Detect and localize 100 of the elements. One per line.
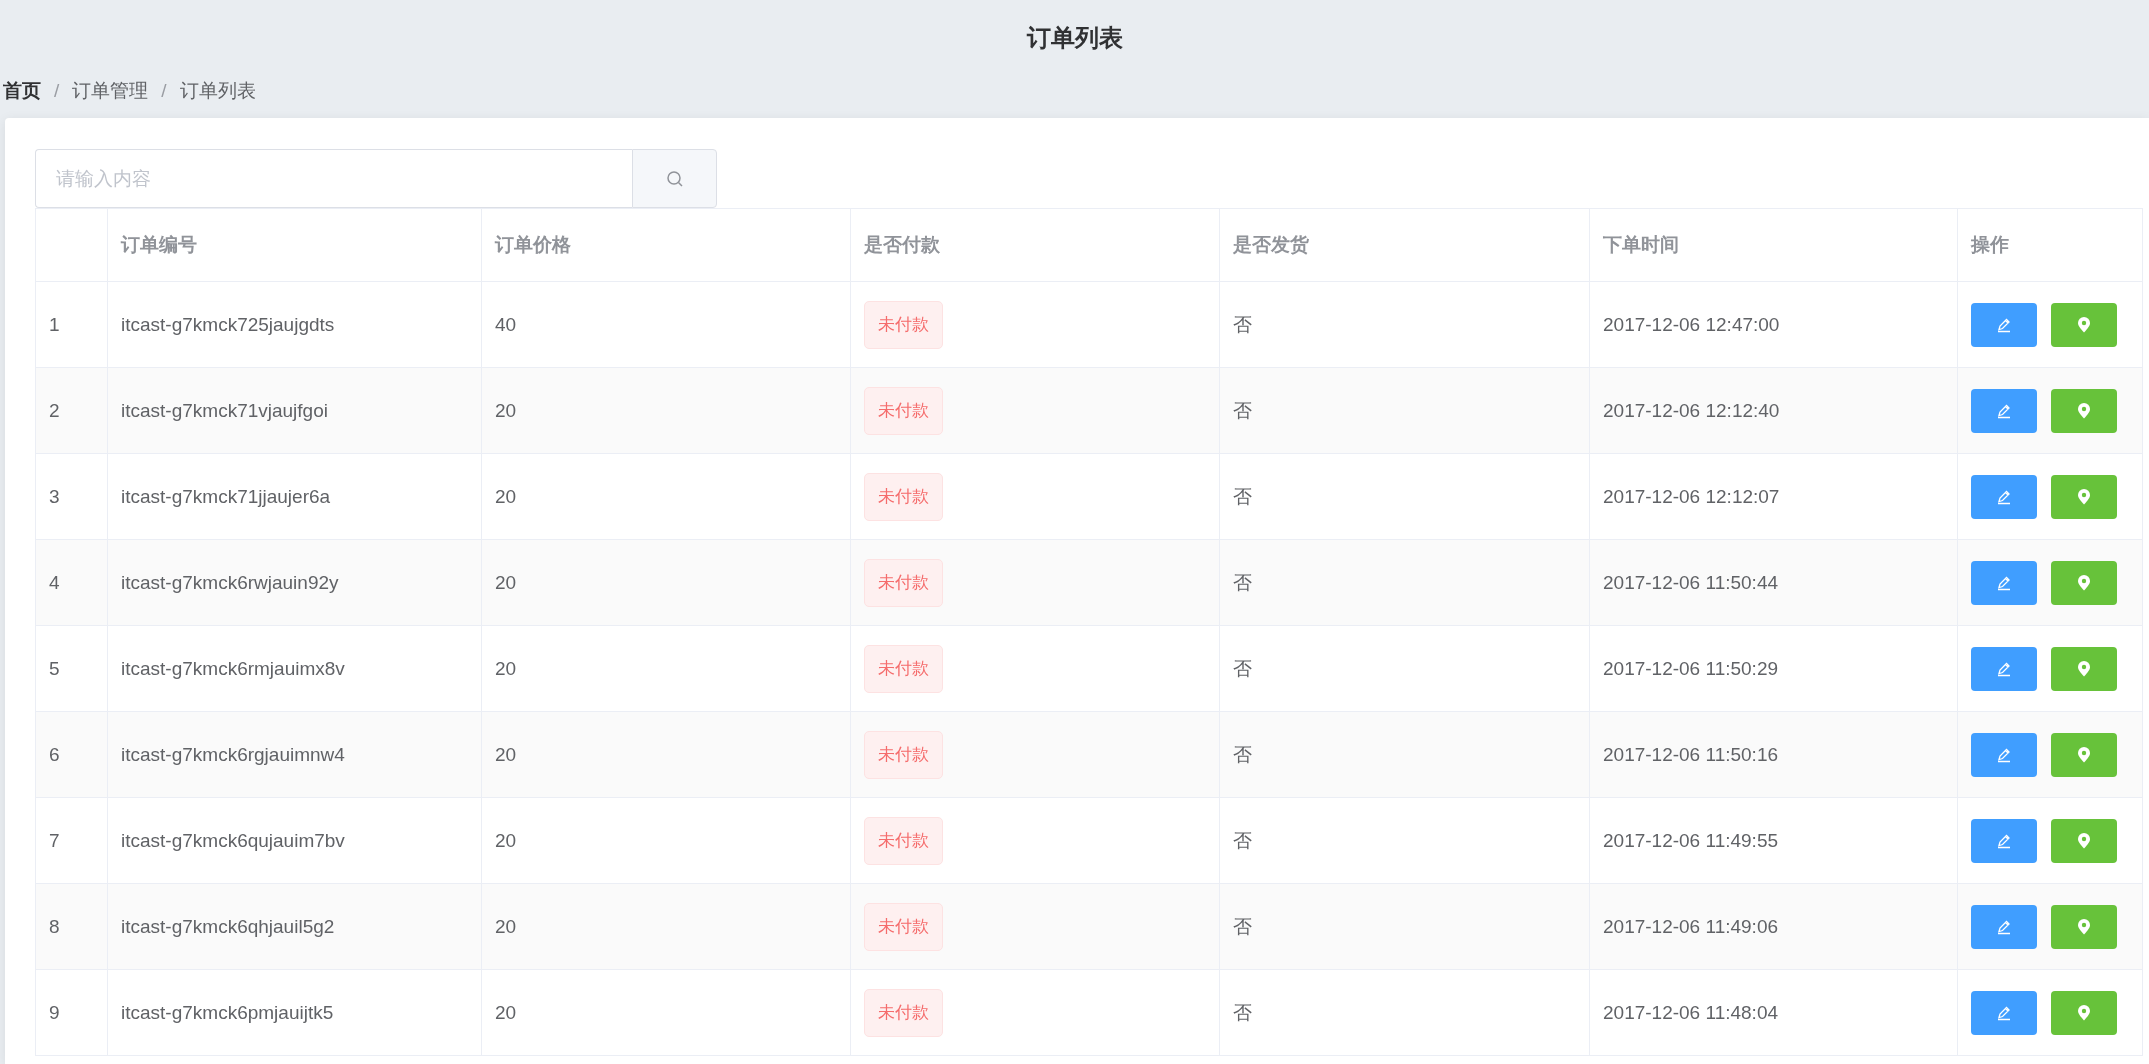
location-pin-icon <box>2077 1004 2091 1021</box>
payment-status-tag: 未付款 <box>864 644 943 693</box>
shipped-cell: 否 <box>1219 625 1590 712</box>
order-number-cell: itcast-g7kmck6rwjauin92y <box>107 539 482 626</box>
payment-status-tag: 未付款 <box>864 300 943 349</box>
location-button[interactable] <box>2051 560 2117 605</box>
location-pin-icon <box>2077 660 2091 677</box>
edit-icon <box>1996 574 2012 591</box>
payment-status-tag: 未付款 <box>864 558 943 607</box>
edit-button[interactable] <box>1971 990 2037 1035</box>
row-number: 6 <box>35 711 108 798</box>
breadcrumb-link[interactable]: 订单列表 <box>179 78 256 104</box>
order-number-cell: itcast-g7kmck725jaujgdts <box>107 281 482 368</box>
edit-button[interactable] <box>1971 732 2037 777</box>
location-button[interactable] <box>2051 646 2117 691</box>
row-number: 2 <box>35 367 108 454</box>
order-number-cell: itcast-g7kmck6pmjauijtk5 <box>107 969 482 1056</box>
shipped-cell: 否 <box>1219 281 1590 368</box>
order-number-cell: itcast-g7kmck71jjaujer6a <box>107 453 482 540</box>
edit-button[interactable] <box>1971 302 2037 347</box>
location-button[interactable] <box>2051 732 2117 777</box>
search-field[interactable]: 请输入内容 <box>35 149 632 208</box>
row-number: 5 <box>35 625 108 712</box>
search-icon <box>665 169 684 188</box>
column-header: 订单价格 <box>481 208 851 282</box>
location-button[interactable] <box>2051 474 2117 519</box>
payment-status-tag: 未付款 <box>864 472 943 521</box>
edit-icon <box>1996 660 2012 677</box>
payment-status-tag: 未付款 <box>864 988 943 1037</box>
order-time-cell: 2017-12-06 11:50:44 <box>1589 539 1958 626</box>
edit-button[interactable] <box>1971 560 2037 605</box>
edit-button[interactable] <box>1971 474 2037 519</box>
location-button[interactable] <box>2051 990 2117 1035</box>
shipped-cell: 否 <box>1219 883 1590 970</box>
edit-icon <box>1996 1004 2012 1021</box>
location-button[interactable] <box>2051 904 2117 949</box>
breadcrumb-link[interactable]: 订单管理 <box>72 78 149 104</box>
order-time-cell: 2017-12-06 12:12:07 <box>1589 453 1958 540</box>
shipped-cell: 否 <box>1219 711 1590 798</box>
payment-status-tag: 未付款 <box>864 730 943 779</box>
location-pin-icon <box>2077 574 2091 591</box>
price-cell: 20 <box>481 367 851 454</box>
shipped-cell: 否 <box>1219 539 1590 626</box>
order-time-cell: 2017-12-06 11:49:06 <box>1589 883 1958 970</box>
location-pin-icon <box>2077 316 2091 333</box>
price-cell: 20 <box>481 883 851 970</box>
payment-status-tag: 未付款 <box>864 386 943 435</box>
column-header: 是否发货 <box>1219 208 1590 282</box>
row-number: 9 <box>35 969 108 1056</box>
location-button[interactable] <box>2051 818 2117 863</box>
order-time-cell: 2017-12-06 11:49:55 <box>1589 797 1958 884</box>
order-number-cell: itcast-g7kmck6qhjauil5g2 <box>107 883 482 970</box>
location-button[interactable] <box>2051 388 2117 433</box>
breadcrumb-link[interactable]: 首页 <box>3 78 41 104</box>
row-number: 7 <box>35 797 108 884</box>
row-number: 8 <box>35 883 108 970</box>
shipped-cell: 否 <box>1219 453 1590 540</box>
row-number: 3 <box>35 453 108 540</box>
edit-icon <box>1996 918 2012 935</box>
search-button[interactable] <box>632 149 717 208</box>
shipped-cell: 否 <box>1219 797 1590 884</box>
edit-icon <box>1996 316 2012 333</box>
location-button[interactable] <box>2051 302 2117 347</box>
price-cell: 20 <box>481 625 851 712</box>
order-time-cell: 2017-12-06 12:47:00 <box>1589 281 1958 368</box>
shipped-cell: 否 <box>1219 969 1590 1056</box>
order-time-cell: 2017-12-06 11:50:16 <box>1589 711 1958 798</box>
edit-button[interactable] <box>1971 388 2037 433</box>
payment-status-tag: 未付款 <box>864 902 943 951</box>
edit-button[interactable] <box>1971 904 2037 949</box>
price-cell: 20 <box>481 711 851 798</box>
edit-button[interactable] <box>1971 646 2037 691</box>
page-title: 订单列表 <box>1025 23 1124 53</box>
order-time-cell: 2017-12-06 12:12:40 <box>1589 367 1958 454</box>
price-cell: 20 <box>481 969 851 1056</box>
column-header: 操作 <box>1957 208 2143 282</box>
column-header: 下单时间 <box>1589 208 1958 282</box>
order-number-cell: itcast-g7kmck6rgjauimnw4 <box>107 711 482 798</box>
shipped-cell: 否 <box>1219 367 1590 454</box>
location-pin-icon <box>2077 746 2091 763</box>
column-header: 是否付款 <box>850 208 1220 282</box>
edit-icon <box>1996 402 2012 419</box>
edit-icon <box>1996 746 2012 763</box>
location-pin-icon <box>2077 918 2091 935</box>
order-time-cell: 2017-12-06 11:48:04 <box>1589 969 1958 1056</box>
edit-button[interactable] <box>1971 818 2037 863</box>
price-cell: 20 <box>481 453 851 540</box>
edit-icon <box>1996 488 2012 505</box>
order-time-cell: 2017-12-06 11:50:29 <box>1589 625 1958 712</box>
column-header: 订单编号 <box>107 208 482 282</box>
location-pin-icon <box>2077 832 2091 849</box>
location-pin-icon <box>2077 488 2091 505</box>
breadcrumb-separator: / <box>54 80 60 102</box>
payment-status-tag: 未付款 <box>864 816 943 865</box>
price-cell: 40 <box>481 281 851 368</box>
edit-icon <box>1996 832 2012 849</box>
price-cell: 20 <box>481 797 851 884</box>
breadcrumb-separator: / <box>161 80 167 102</box>
order-number-cell: itcast-g7kmck6qujauim7bv <box>107 797 482 884</box>
location-pin-icon <box>2077 402 2091 419</box>
